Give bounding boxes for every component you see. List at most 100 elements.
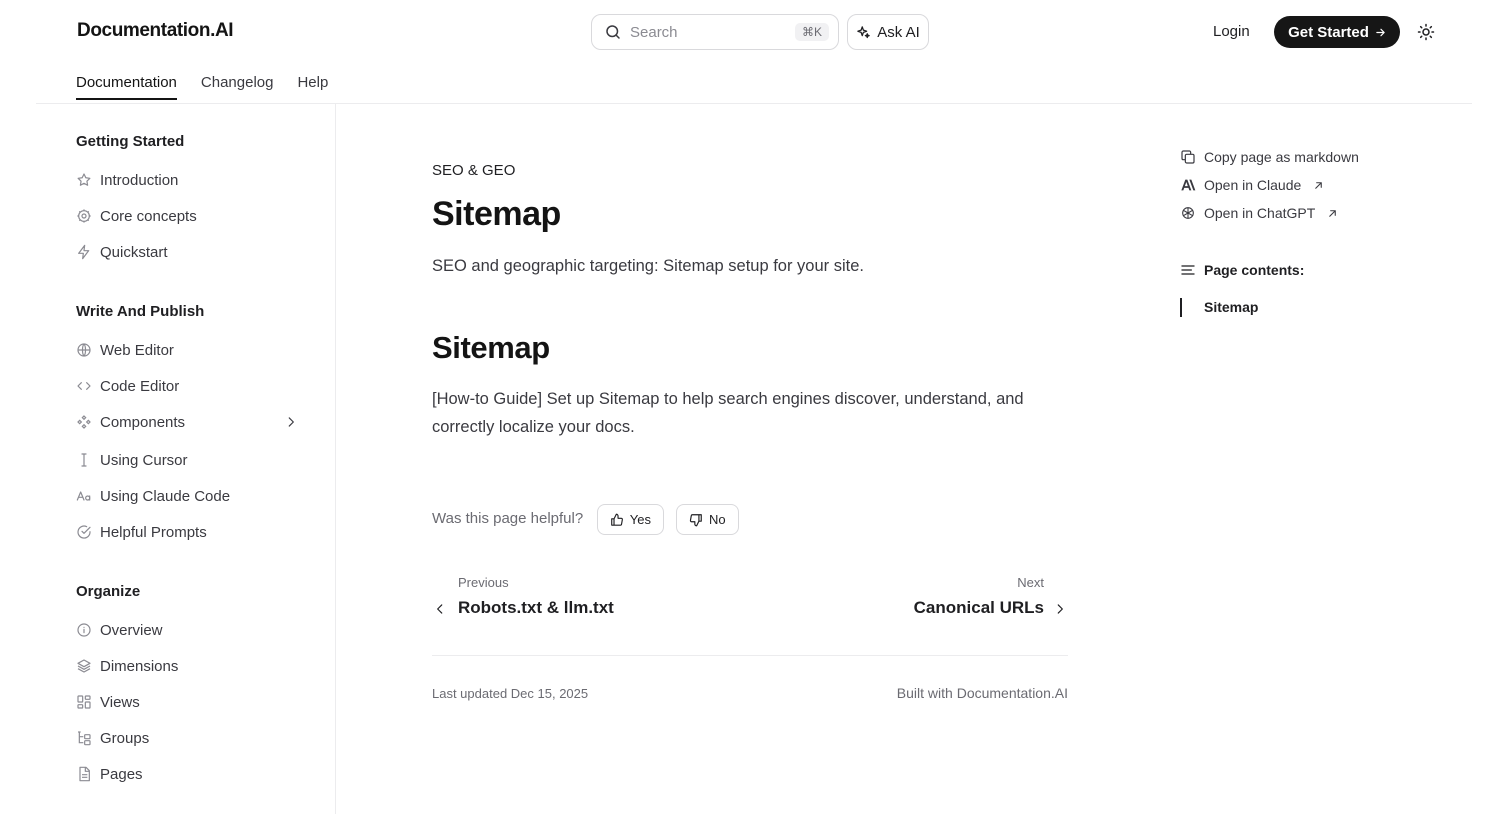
sidebar-item-introduction[interactable]: Introduction [76,170,178,190]
sidebar-item-quickstart[interactable]: Quickstart [76,242,168,262]
prev-title: Robots.txt & llm.txt [458,598,614,617]
sidebar-item-label: Introduction [100,171,179,189]
copy-markdown-button[interactable]: Copy page as markdown [1180,149,1359,165]
sidebar-item-using-claude-code[interactable]: Using Claude Code [76,486,230,506]
open-in-claude-label: Open in Claude [1204,177,1302,193]
sidebar-item-overview[interactable]: Overview [76,620,163,640]
search-icon [606,25,620,39]
sidebar-item-label: Using Claude Code [100,487,231,505]
info-icon [77,623,91,637]
login-link[interactable]: Login [1213,23,1250,40]
sidebar-section-write-and-publish: Write And Publish [76,303,205,320]
site-logo[interactable]: Documentation.AI [77,20,234,42]
sidebar-item-label: Groups [100,729,150,747]
sidebar-item-helpful-prompts[interactable]: Helpful Prompts [76,522,207,542]
sidebar-section-organize: Organize [76,583,141,600]
last-updated: Last updated Dec 15, 2025 [432,686,589,701]
feedback-no-button[interactable]: No [676,504,739,535]
page-title: Sitemap [432,195,561,233]
copy-markdown-label: Copy page as markdown [1204,149,1359,165]
sidebar-item-views[interactable]: Views [76,692,140,712]
open-in-chatgpt-link[interactable]: Open in ChatGPT [1180,205,1338,221]
globe-icon [77,343,91,357]
sun-icon[interactable] [1417,23,1435,41]
openai-icon [1182,207,1194,219]
get-started-button[interactable]: Get Started [1274,16,1400,48]
grid-icon [77,695,91,709]
top-tabs: Documentation Changelog Help [76,74,328,100]
footer-divider [432,655,1068,656]
arrow-up-right-icon [1329,209,1337,217]
sidebar-item-label: Helpful Prompts [100,523,207,541]
search-shortcut: ⌘K [794,23,829,41]
get-started-label: Get Started [1288,23,1369,41]
page-description: SEO and geographic targeting: Sitemap se… [432,257,864,275]
page-contents-label: Page contents: [1204,262,1305,278]
star-icon [77,173,91,186]
sidebar-item-label: Quickstart [100,243,168,261]
open-in-chatgpt-label: Open in ChatGPT [1204,205,1316,221]
page-contents-heading: Page contents: [1180,262,1304,278]
check-circle-icon [77,525,91,539]
code-icon [77,382,91,390]
file-icon [79,766,90,782]
next-title: Canonical URLs [913,598,1044,617]
tab-help[interactable]: Help [297,74,328,100]
prev-label: Previous [458,575,509,590]
feedback-yes-button[interactable]: Yes [597,504,664,535]
sidebar-item-dimensions[interactable]: Dimensions [76,656,178,676]
toc-active-indicator [1180,298,1182,317]
list-icon [1181,265,1195,275]
sidebar-item-groups[interactable]: Groups [76,728,149,748]
next-label: Next [1017,575,1044,590]
sidebar-item-label: Core concepts [100,207,197,225]
sidebar-item-pages[interactable]: Pages [76,764,143,784]
sidebar-item-web-editor[interactable]: Web Editor [76,340,174,360]
built-with-link[interactable]: Built with Documentation.AI [897,685,1068,701]
sparkle-icon [857,25,870,38]
header-divider [36,103,1472,104]
tab-documentation[interactable]: Documentation [76,74,177,100]
bolt-icon [78,244,90,260]
sidebar-item-core-concepts[interactable]: Core concepts [76,206,197,226]
ask-ai-button[interactable]: Ask AI [847,14,929,50]
thumbs-up-icon [611,513,623,526]
search-placeholder: Search [630,23,678,41]
sidebar-item-label: Web Editor [100,341,174,359]
sidebar-item-code-editor[interactable]: Code Editor [76,376,179,396]
font-icon [76,491,91,501]
tab-changelog[interactable]: Changelog [201,74,274,100]
text-cursor-icon [81,453,87,467]
tree-icon [78,731,91,746]
arrow-right-icon [1376,28,1385,36]
gear-icon [77,209,91,223]
sidebar-item-label: Components [100,413,186,431]
breadcrumb: SEO & GEO [432,162,516,179]
feedback-question: Was this page helpful? [432,510,584,527]
sidebar-item-label: Dimensions [100,657,179,675]
section-heading: Sitemap [432,330,550,365]
anthropic-icon [1181,179,1196,191]
toc-item-sitemap[interactable]: Sitemap [1204,299,1258,315]
search-input[interactable]: Search ⌘K [591,14,839,50]
sidebar-section-getting-started: Getting Started [76,133,185,150]
sidebar-divider [335,104,336,814]
sidebar-item-label: Views [100,693,140,711]
sidebar-item-label: Pages [100,765,143,783]
open-in-claude-link[interactable]: Open in Claude [1180,177,1324,193]
section-body: [How-to Guide] Set up Sitemap to help se… [432,390,1024,436]
copy-icon [1181,150,1195,164]
sidebar-item-label: Using Cursor [100,451,188,469]
thumbs-down-icon [689,513,702,526]
chevron-right-icon[interactable] [284,415,298,429]
sidebar-item-components[interactable]: Components [76,412,185,432]
chevron-right-icon [1057,604,1063,614]
feedback-no-label: No [709,512,726,527]
chevron-left-icon [437,604,443,614]
arrow-up-right-icon [1315,181,1323,189]
ask-ai-label: Ask AI [877,23,920,41]
components-icon [77,415,91,429]
sidebar-item-using-cursor[interactable]: Using Cursor [76,450,188,470]
sidebar-item-label: Overview [100,621,163,639]
layers-icon [77,659,91,673]
